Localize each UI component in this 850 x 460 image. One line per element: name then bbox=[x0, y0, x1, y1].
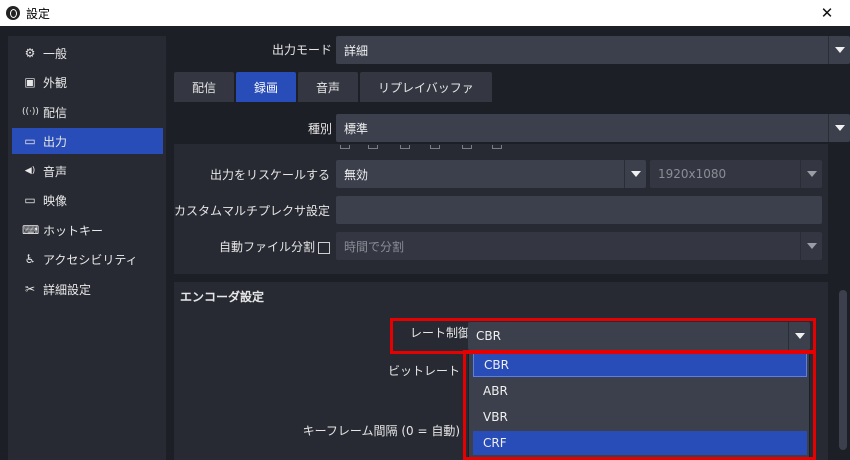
keyframe-interval-label: キーフレーム間隔 (0 = 自動) bbox=[302, 424, 460, 438]
sidebar-item-general[interactable]: ⚙ 一般 bbox=[12, 40, 163, 66]
sidebar-item-video[interactable]: ▭ 映像 bbox=[12, 187, 163, 213]
chevron-down-icon bbox=[828, 36, 850, 64]
rescale-label: 出力をリスケールする bbox=[209, 168, 330, 182]
rescale-resolution-select: 1920x1080 bbox=[650, 160, 822, 188]
sidebar-item-label: アクセシビリティ bbox=[43, 252, 138, 267]
autosplit-label-text: 自動ファイル分割 bbox=[218, 240, 315, 254]
partial-row-mark bbox=[492, 145, 502, 149]
highlight-box-dropdown bbox=[463, 350, 816, 460]
output-mode-select[interactable]: 詳細 bbox=[336, 36, 850, 64]
muxer-label: カスタムマルチプレクサ設定 bbox=[174, 204, 331, 218]
window-title: 設定 bbox=[26, 6, 51, 21]
output-mode-label: 出力モード bbox=[271, 43, 332, 57]
tab-stream[interactable]: 配信 bbox=[174, 72, 235, 102]
tools-icon: ✂ bbox=[24, 282, 36, 296]
tab-replay-buffer[interactable]: リプレイバッファ bbox=[360, 72, 492, 102]
bitrate-label: ビットレート bbox=[387, 364, 460, 378]
recording-settings-group: 出力をリスケールする 無効 1920x1080 カスタムマルチプレクサ設定 自動… bbox=[174, 150, 828, 274]
sidebar-item-hotkeys[interactable]: ⌨ ホットキー bbox=[12, 217, 163, 243]
sidebar-item-label: 外観 bbox=[43, 75, 68, 90]
highlight-box-rate-control bbox=[390, 318, 816, 354]
settings-sidebar: ⚙ 一般 ▣ 外観 ((·)) 配信 ▭ 出力 ◀) 音声 ▭ 映像 ⌨ ホット… bbox=[8, 36, 166, 460]
appearance-icon: ▣ bbox=[24, 75, 36, 89]
autosplit-select: 時間で分割 bbox=[336, 232, 822, 260]
partial-row-mark bbox=[430, 145, 440, 149]
sidebar-item-accessibility[interactable]: ♿ アクセシビリティ bbox=[12, 246, 163, 272]
sidebar-item-label: 映像 bbox=[43, 193, 68, 208]
partial-row-mark bbox=[462, 145, 472, 149]
scrollbar-thumb[interactable] bbox=[839, 290, 847, 450]
partial-row-mark bbox=[400, 145, 410, 149]
output-mode-value: 詳細 bbox=[344, 43, 369, 58]
type-label: 種別 bbox=[307, 122, 332, 136]
muxer-input[interactable] bbox=[336, 196, 822, 224]
stream-icon: ((·)) bbox=[22, 107, 39, 117]
tab-audio[interactable]: 音声 bbox=[298, 72, 359, 102]
gear-icon: ⚙ bbox=[24, 46, 36, 60]
sidebar-item-stream[interactable]: ((·)) 配信 bbox=[12, 99, 163, 125]
rescale-select[interactable]: 無効 bbox=[336, 160, 646, 188]
output-tabs: 配信 録画 音声 リプレイバッファ bbox=[174, 72, 494, 102]
close-button[interactable]: ✕ bbox=[804, 0, 850, 26]
sidebar-item-label: 一般 bbox=[43, 46, 68, 61]
chevron-down-icon bbox=[800, 232, 822, 260]
encoder-settings-title: エンコーダ設定 bbox=[180, 290, 265, 304]
sidebar-item-appearance[interactable]: ▣ 外観 bbox=[12, 69, 163, 95]
type-value: 標準 bbox=[344, 121, 369, 136]
autosplit-checkbox[interactable] bbox=[318, 241, 330, 254]
partial-row-mark bbox=[340, 145, 350, 149]
sidebar-item-audio[interactable]: ◀) 音声 bbox=[12, 158, 163, 184]
audio-icon: ◀) bbox=[24, 166, 36, 176]
autosplit-label: 自動ファイル分割 bbox=[178, 238, 330, 255]
keyboard-icon: ⌨ bbox=[22, 223, 40, 237]
accessibility-icon: ♿ bbox=[24, 252, 36, 266]
video-icon: ▭ bbox=[24, 193, 36, 207]
sidebar-item-label: ホットキー bbox=[43, 223, 104, 238]
tab-recording[interactable]: 録画 bbox=[236, 72, 297, 102]
title-bar: 設定 ✕ bbox=[0, 0, 850, 26]
sidebar-item-label: 詳細設定 bbox=[43, 282, 92, 297]
autosplit-value: 時間で分割 bbox=[344, 239, 405, 254]
rescale-resolution-value: 1920x1080 bbox=[658, 167, 727, 181]
chevron-down-icon bbox=[624, 160, 646, 188]
sidebar-item-label: 出力 bbox=[43, 134, 68, 149]
obs-logo-icon bbox=[6, 6, 20, 20]
sidebar-item-label: 音声 bbox=[43, 164, 68, 179]
type-select[interactable]: 標準 bbox=[336, 114, 850, 142]
sidebar-item-output[interactable]: ▭ 出力 bbox=[12, 128, 163, 154]
sidebar-item-label: 配信 bbox=[43, 105, 68, 120]
chevron-down-icon bbox=[800, 160, 822, 188]
chevron-down-icon bbox=[828, 114, 850, 142]
rescale-value: 無効 bbox=[344, 167, 369, 182]
sidebar-item-advanced[interactable]: ✂ 詳細設定 bbox=[12, 276, 163, 302]
output-icon: ▭ bbox=[24, 134, 36, 148]
partial-row-mark bbox=[368, 145, 378, 149]
